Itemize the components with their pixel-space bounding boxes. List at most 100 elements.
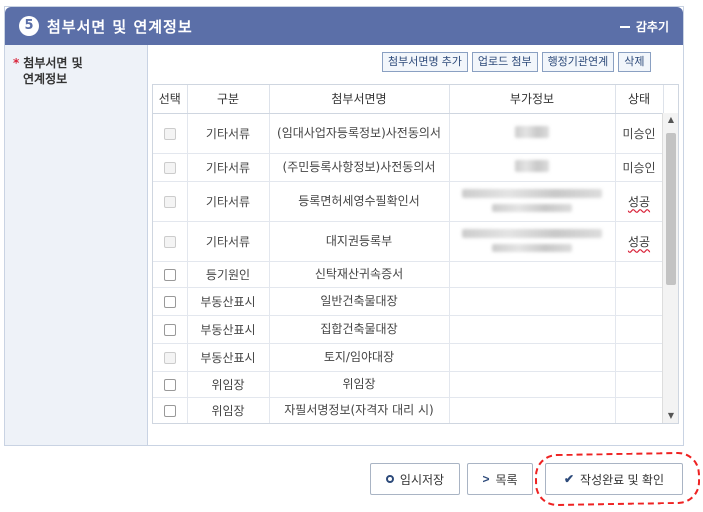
table-row[interactable]: 위임장 위임장 xyxy=(153,371,664,398)
row-type: 부동산표시 xyxy=(187,287,270,316)
row-extra-info xyxy=(449,343,616,372)
row-status: 성공 xyxy=(615,221,664,262)
col-header-select: 선택 xyxy=(153,85,188,114)
row-doc-name: (주민등록사항정보)사전동의서 xyxy=(269,153,450,182)
row-select-cell[interactable] xyxy=(153,113,188,154)
col-header-doc-name: 첨부서면명 xyxy=(269,85,450,114)
row-checkbox xyxy=(163,195,176,208)
row-extra-info xyxy=(449,261,616,288)
row-type: 기타서류 xyxy=(187,181,270,222)
redacted-value xyxy=(492,244,572,252)
row-type: 등기원인 xyxy=(187,261,270,288)
row-extra-info xyxy=(449,113,616,154)
row-extra-info xyxy=(449,153,616,182)
row-checkbox xyxy=(163,161,176,174)
col-header-type: 구분 xyxy=(187,85,270,114)
row-status xyxy=(615,371,664,398)
table-row[interactable]: 부동산표시 집합건축물대장 xyxy=(153,315,664,344)
status-text: 미승인 xyxy=(622,126,656,141)
row-checkbox[interactable] xyxy=(163,378,176,391)
attachment-grid: 선택 구분 첨부서면명 부가정보 상태 기타서류 (임대사업자등록정보)사전동의서… xyxy=(152,84,679,424)
row-checkbox xyxy=(163,235,176,248)
temp-save-label: 임시저장 xyxy=(399,472,445,487)
row-status xyxy=(615,287,664,316)
row-checkbox[interactable] xyxy=(163,404,176,417)
table-row[interactable]: 등기원인 신탁재산귀속증서 xyxy=(153,261,664,288)
row-select-cell[interactable] xyxy=(153,153,188,182)
row-doc-name: 신탁재산귀속증서 xyxy=(269,261,450,288)
row-doc-name: 자필서명정보(자격자 대리 시) xyxy=(269,397,450,423)
table-header-row: 선택 구분 첨부서면명 부가정보 상태 xyxy=(153,85,664,114)
field-label-line2: 연계정보 xyxy=(23,72,68,86)
required-mark: * xyxy=(13,56,20,70)
table-row[interactable]: 기타서류 (주민등록사항정보)사전동의서 미승인 xyxy=(153,153,664,182)
redacted-value xyxy=(492,204,572,212)
table-row[interactable]: 부동산표시 토지/임야대장 xyxy=(153,343,664,372)
add-document-button[interactable]: 첨부서면명 추가 xyxy=(382,52,468,72)
row-select-cell[interactable] xyxy=(153,261,188,288)
delete-button[interactable]: 삭제 xyxy=(618,52,651,72)
table-row[interactable]: 기타서류 등록면허세영수필확인서 성공 xyxy=(153,181,664,222)
list-button[interactable]: > 목록 xyxy=(467,463,533,495)
circle-icon xyxy=(385,475,394,483)
row-extra-info xyxy=(449,315,616,344)
row-doc-name: 집합건축물대장 xyxy=(269,315,450,344)
scroll-up-icon[interactable]: ▲ xyxy=(663,113,678,127)
row-type: 기타서류 xyxy=(187,221,270,262)
section-title: 첨부서면 및 연계정보 xyxy=(47,18,193,36)
field-label-column: * 첨부서면 및 연계정보 xyxy=(5,45,148,445)
vertical-scrollbar[interactable]: ▲ ▼ xyxy=(662,113,678,423)
complete-label: 작성완료 및 확인 xyxy=(580,472,664,487)
row-checkbox xyxy=(163,127,176,140)
field-label: * 첨부서면 및 연계정보 xyxy=(13,55,83,87)
redacted-value xyxy=(462,189,602,198)
row-doc-name: 등록면허세영수필확인서 xyxy=(269,181,450,222)
step-number-badge: 5 xyxy=(19,16,39,36)
row-select-cell[interactable] xyxy=(153,287,188,316)
table-row[interactable]: 위임장 자필서명정보(자격자 대리 시) xyxy=(153,397,664,423)
row-type: 부동산표시 xyxy=(187,343,270,372)
row-select-cell[interactable] xyxy=(153,371,188,398)
row-doc-name: 위임장 xyxy=(269,371,450,398)
row-doc-name: 대지권등록부 xyxy=(269,221,450,262)
row-type: 기타서류 xyxy=(187,153,270,182)
row-type: 기타서류 xyxy=(187,113,270,154)
table-row[interactable]: 기타서류 (임대사업자등록정보)사전동의서 미승인 xyxy=(153,113,664,154)
row-select-cell[interactable] xyxy=(153,397,188,423)
check-icon: ✔ xyxy=(563,472,575,486)
attachment-toolbar: 첨부서면명 추가 업로드 첨부 행정기관연계 삭제 xyxy=(382,52,651,72)
row-checkbox[interactable] xyxy=(163,295,176,308)
row-select-cell[interactable] xyxy=(153,343,188,372)
row-status: 미승인 xyxy=(615,113,664,154)
collapse-button[interactable]: 감추기 xyxy=(619,18,669,35)
status-text: 미승인 xyxy=(622,160,656,175)
row-select-cell[interactable] xyxy=(153,221,188,262)
row-extra-info xyxy=(449,397,616,423)
row-type: 위임장 xyxy=(187,397,270,423)
row-checkbox[interactable] xyxy=(163,268,176,281)
temp-save-button[interactable]: 임시저장 xyxy=(370,463,460,495)
row-extra-info xyxy=(449,371,616,398)
agency-link-button[interactable]: 행정기관연계 xyxy=(541,52,615,72)
scroll-thumb[interactable] xyxy=(666,133,676,285)
list-label: 목록 xyxy=(495,472,518,487)
row-select-cell[interactable] xyxy=(153,181,188,222)
scroll-down-icon[interactable]: ▼ xyxy=(663,409,678,423)
row-status xyxy=(615,397,664,423)
row-doc-name: 일반건축물대장 xyxy=(269,287,450,316)
row-select-cell[interactable] xyxy=(153,315,188,344)
row-status: 미승인 xyxy=(615,153,664,182)
section-header: 5 첨부서면 및 연계정보 감추기 xyxy=(5,7,683,45)
upload-attach-button[interactable]: 업로드 첨부 xyxy=(471,52,538,72)
table-row[interactable]: 부동산표시 일반건축물대장 xyxy=(153,287,664,316)
row-doc-name: (임대사업자등록정보)사전동의서 xyxy=(269,113,450,154)
minus-icon xyxy=(619,25,630,28)
redacted-value xyxy=(462,229,602,238)
complete-confirm-button[interactable]: ✔ 작성완료 및 확인 xyxy=(545,463,683,495)
row-checkbox[interactable] xyxy=(163,323,176,336)
row-status xyxy=(615,315,664,344)
row-extra-info xyxy=(449,287,616,316)
row-extra-info xyxy=(449,181,616,222)
row-checkbox xyxy=(163,351,176,364)
table-row[interactable]: 기타서류 대지권등록부 성공 xyxy=(153,221,664,262)
